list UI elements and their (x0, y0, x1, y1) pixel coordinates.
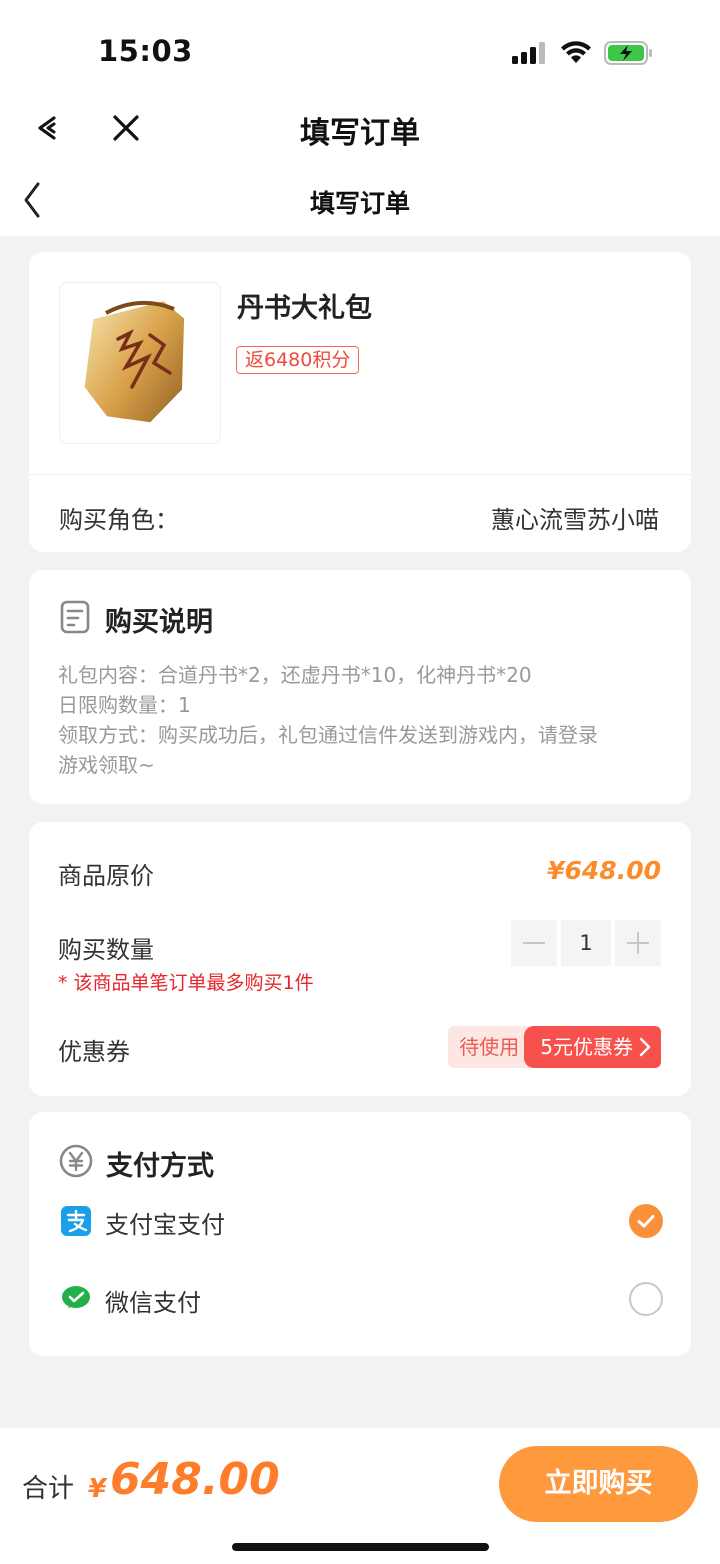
total-amount: 648.00 (110, 1454, 280, 1505)
status-time: 15:03 (98, 34, 193, 68)
coupon-label: 优惠券 (58, 1038, 130, 1066)
info-line: 领取方式：购买成功后，礼包通过信件发送到游戏内，请登录 (58, 723, 598, 747)
total-label: 合计 (22, 1474, 75, 1504)
increment-button[interactable] (615, 920, 661, 966)
purchase-info-title: 购买说明 (105, 607, 213, 638)
decrement-button[interactable] (511, 920, 557, 966)
battery-icon (604, 41, 652, 65)
pay-option-wechat[interactable]: 微信支付 (59, 1280, 663, 1320)
product-card: 丹书大礼包 返6480积分 购买角色： 蕙心流雪苏小喵 (29, 252, 691, 552)
purchase-info-text: 礼包内容：合道丹书*2，还虚丹书*10，化神丹书*20 日限购数量：1 领取方式… (58, 660, 668, 780)
yuan-icon (59, 1144, 93, 1178)
product-name: 丹书大礼包 (237, 293, 372, 324)
alipay-radio-selected[interactable] (629, 1204, 663, 1238)
outer-page-title: 填写订单 (300, 116, 420, 151)
status-icons (512, 38, 654, 68)
wechat-pay-icon (62, 1286, 90, 1308)
coupon-name: 5元优惠券 (540, 1035, 633, 1059)
role-value: 蕙心流雪苏小喵 (491, 506, 659, 534)
checkmark-icon (637, 1215, 655, 1228)
info-line: 礼包内容：合道丹书*2，还虚丹书*10，化神丹书*20 (58, 663, 532, 687)
buy-now-button[interactable]: 立即购买 (499, 1446, 698, 1522)
minus-icon (523, 942, 545, 944)
outer-navbar: 填写订单 (0, 92, 720, 164)
price-value: ¥648.00 (547, 856, 661, 885)
quantity-label: 购买数量 (58, 936, 154, 964)
divider (29, 474, 691, 475)
info-line: 游戏领取~ (58, 753, 155, 777)
wechat-label: 微信支付 (105, 1289, 201, 1317)
payment-title: 支付方式 (106, 1151, 214, 1182)
quantity-value[interactable]: 1 (561, 920, 611, 966)
price-label: 商品原价 (58, 862, 154, 890)
chevron-right-icon (639, 1037, 651, 1057)
inner-navbar: 填写订单 (0, 164, 720, 236)
role-label: 购买角色： (59, 506, 179, 534)
coupon-name-button[interactable]: 5元优惠券 (524, 1026, 661, 1068)
home-indicator (232, 1543, 489, 1551)
purchase-info-card: 购买说明 礼包内容：合道丹书*2，还虚丹书*10，化神丹书*20 日限购数量：1… (29, 570, 691, 804)
page-title: 填写订单 (309, 189, 410, 218)
points-badge: 返6480积分 (236, 346, 360, 374)
document-icon (60, 600, 90, 634)
alipay-label: 支付宝支付 (105, 1211, 225, 1239)
coupon-status: 待使用 (448, 1026, 531, 1068)
order-details-card: 商品原价 ¥648.00 购买数量 * 该商品单笔订单最多购买1件 1 优惠券 … (29, 822, 691, 1096)
wechat-radio[interactable] (629, 1282, 663, 1316)
signal-icon (512, 42, 545, 64)
quantity-limit-note: * 该商品单笔订单最多购买1件 (58, 972, 314, 994)
info-line: 日限购数量：1 (58, 693, 191, 717)
total-currency: ¥ (88, 1474, 107, 1504)
coupon-selector[interactable]: 待使用 5元优惠券 (448, 1026, 661, 1068)
quantity-stepper: 1 (511, 920, 661, 966)
pay-option-alipay[interactable]: 支付宝支付 (59, 1202, 663, 1242)
wifi-icon (561, 41, 591, 63)
payment-card: 支付方式 支付宝支付 微信支付 (29, 1112, 691, 1356)
plus-icon (627, 932, 649, 954)
alipay-icon (61, 1206, 91, 1236)
status-bar: 15:03 (0, 0, 720, 92)
product-image (59, 282, 221, 444)
